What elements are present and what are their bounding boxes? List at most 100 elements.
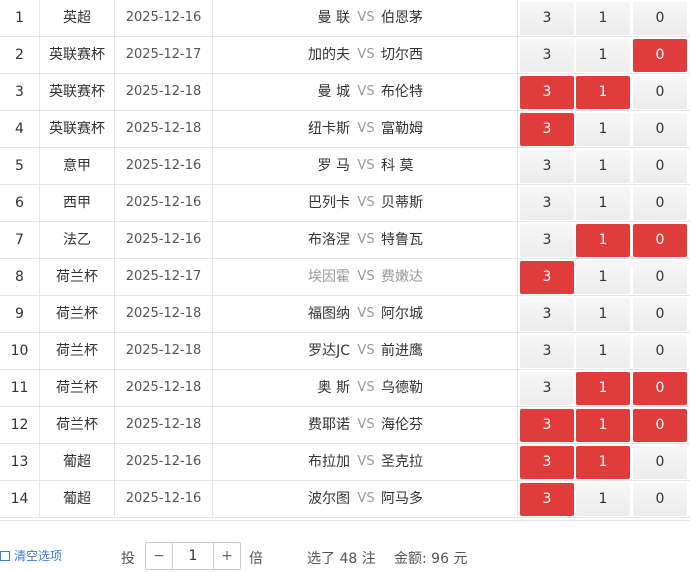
option-win-button[interactable]: 3 — [520, 483, 574, 516]
match-row: 6 西甲 2025-12-16 巴列卡 VS 贝蒂斯 3 1 0 — [0, 185, 690, 222]
option-loss-button[interactable]: 0 — [633, 2, 687, 35]
vs-label: VS — [357, 84, 375, 99]
vs-label: VS — [357, 380, 375, 395]
option-draw-button[interactable]: 1 — [576, 113, 630, 146]
option-loss-button[interactable]: 0 — [633, 446, 687, 479]
match-row: 12 荷兰杯 2025-12-18 费耶诺 VS 海伦芬 3 1 0 — [0, 407, 690, 444]
multiplier-input[interactable]: 1 — [172, 543, 214, 569]
option-win-button[interactable]: 3 — [520, 446, 574, 479]
option-win-button[interactable]: 3 — [520, 187, 574, 220]
option-draw-button[interactable]: 1 — [576, 483, 630, 516]
option-loss-button[interactable]: 0 — [633, 335, 687, 368]
home-team: 曼 城 — [317, 84, 350, 100]
match-row: 11 荷兰杯 2025-12-18 奥 斯 VS 乌德勒 3 1 0 — [0, 370, 690, 407]
match-row: 13 葡超 2025-12-16 布拉加 VS 圣克拉 3 1 0 — [0, 444, 690, 481]
option-loss-button[interactable]: 0 — [633, 372, 687, 405]
column-divider — [517, 296, 518, 332]
match-number: 13 — [0, 444, 40, 480]
clear-selection-button[interactable]: 清空选项 — [0, 547, 62, 564]
multiplier-stepper: − 1 + — [145, 542, 241, 570]
option-win-button[interactable]: 3 — [520, 2, 574, 35]
vs-label: VS — [357, 121, 375, 136]
column-divider — [517, 259, 518, 295]
option-draw-button[interactable]: 1 — [576, 372, 630, 405]
amount-summary: 金额: 96 元 — [394, 548, 467, 568]
option-loss-button[interactable]: 0 — [633, 483, 687, 516]
option-draw-button[interactable]: 1 — [576, 150, 630, 183]
home-team: 布洛涅 — [308, 232, 350, 248]
match-row: 8 荷兰杯 2025-12-17 埃因霍 VS 费嫩达 3 1 0 — [0, 259, 690, 296]
match-date: 2025-12-16 — [115, 222, 213, 258]
decrement-button[interactable]: − — [146, 543, 172, 569]
option-draw-button[interactable]: 1 — [576, 224, 630, 257]
option-loss-button[interactable]: 0 — [633, 187, 687, 220]
match-date: 2025-12-18 — [115, 407, 213, 443]
option-loss-button[interactable]: 0 — [633, 113, 687, 146]
option-draw-button[interactable]: 1 — [576, 298, 630, 331]
match-date: 2025-12-16 — [115, 148, 213, 184]
option-draw-button[interactable]: 1 — [576, 187, 630, 220]
option-draw-button[interactable]: 1 — [576, 2, 630, 35]
match-number: 11 — [0, 370, 40, 406]
option-draw-button[interactable]: 1 — [576, 76, 630, 109]
away-team: 特鲁瓦 — [381, 232, 423, 248]
selected-count: 48 — [339, 551, 358, 567]
option-win-button[interactable]: 3 — [520, 335, 574, 368]
home-team: 布拉加 — [308, 454, 350, 470]
option-loss-button[interactable]: 0 — [633, 298, 687, 331]
option-draw-button[interactable]: 1 — [576, 39, 630, 72]
amount-unit: 元 — [453, 551, 468, 567]
league-name: 法乙 — [40, 222, 115, 258]
option-win-button[interactable]: 3 — [520, 76, 574, 109]
vs-label: VS — [357, 343, 375, 358]
match-row: 9 荷兰杯 2025-12-18 福图纳 VS 阿尔城 3 1 0 — [0, 296, 690, 333]
home-team: 埃因霍 — [308, 269, 350, 285]
option-loss-button[interactable]: 0 — [633, 39, 687, 72]
away-team: 阿马多 — [381, 491, 423, 507]
amount-value: 96 — [431, 551, 449, 567]
match-date: 2025-12-18 — [115, 333, 213, 369]
match-date: 2025-12-17 — [115, 259, 213, 295]
option-loss-button[interactable]: 0 — [633, 76, 687, 109]
away-team: 前进鹰 — [381, 343, 423, 359]
option-draw-button[interactable]: 1 — [576, 409, 630, 442]
option-draw-button[interactable]: 1 — [576, 446, 630, 479]
option-win-button[interactable]: 3 — [520, 113, 574, 146]
match-number: 12 — [0, 407, 40, 443]
match-row: 7 法乙 2025-12-16 布洛涅 VS 特鲁瓦 3 1 0 — [0, 222, 690, 259]
column-divider — [517, 37, 518, 73]
option-win-button[interactable]: 3 — [520, 224, 574, 257]
option-loss-button[interactable]: 0 — [633, 261, 687, 294]
match-date: 2025-12-16 — [115, 0, 213, 36]
away-team: 海伦芬 — [381, 417, 423, 433]
increment-button[interactable]: + — [214, 543, 240, 569]
option-draw-button[interactable]: 1 — [576, 335, 630, 368]
away-team: 阿尔城 — [381, 306, 423, 322]
league-name: 荷兰杯 — [40, 370, 115, 406]
column-divider — [517, 333, 518, 369]
league-name: 英联赛杯 — [40, 37, 115, 73]
away-team: 圣克拉 — [381, 454, 423, 470]
home-team: 纽卡斯 — [308, 121, 350, 137]
match-date: 2025-12-18 — [115, 111, 213, 147]
option-win-button[interactable]: 3 — [520, 39, 574, 72]
match-date: 2025-12-16 — [115, 185, 213, 221]
league-name: 葡超 — [40, 481, 115, 517]
checkbox-icon — [0, 551, 10, 561]
home-team: 罗 马 — [317, 158, 350, 174]
away-team: 伯恩茅 — [381, 10, 423, 26]
option-draw-button[interactable]: 1 — [576, 261, 630, 294]
option-win-button[interactable]: 3 — [520, 409, 574, 442]
option-win-button[interactable]: 3 — [520, 261, 574, 294]
option-loss-button[interactable]: 0 — [633, 409, 687, 442]
option-loss-button[interactable]: 0 — [633, 150, 687, 183]
option-win-button[interactable]: 3 — [520, 372, 574, 405]
bet-footer: 清空选项 投 − 1 + 倍 选了 48 注 金额: 96 元 — [0, 520, 690, 572]
away-team: 切尔西 — [381, 47, 423, 63]
vs-label: VS — [357, 491, 375, 506]
option-loss-button[interactable]: 0 — [633, 224, 687, 257]
vs-label: VS — [357, 195, 375, 210]
match-table: 1 英超 2025-12-16 曼 联 VS 伯恩茅 3 1 0 2 英联赛杯 2025-12-17 加… — [0, 0, 690, 518]
option-win-button[interactable]: 3 — [520, 298, 574, 331]
option-win-button[interactable]: 3 — [520, 150, 574, 183]
